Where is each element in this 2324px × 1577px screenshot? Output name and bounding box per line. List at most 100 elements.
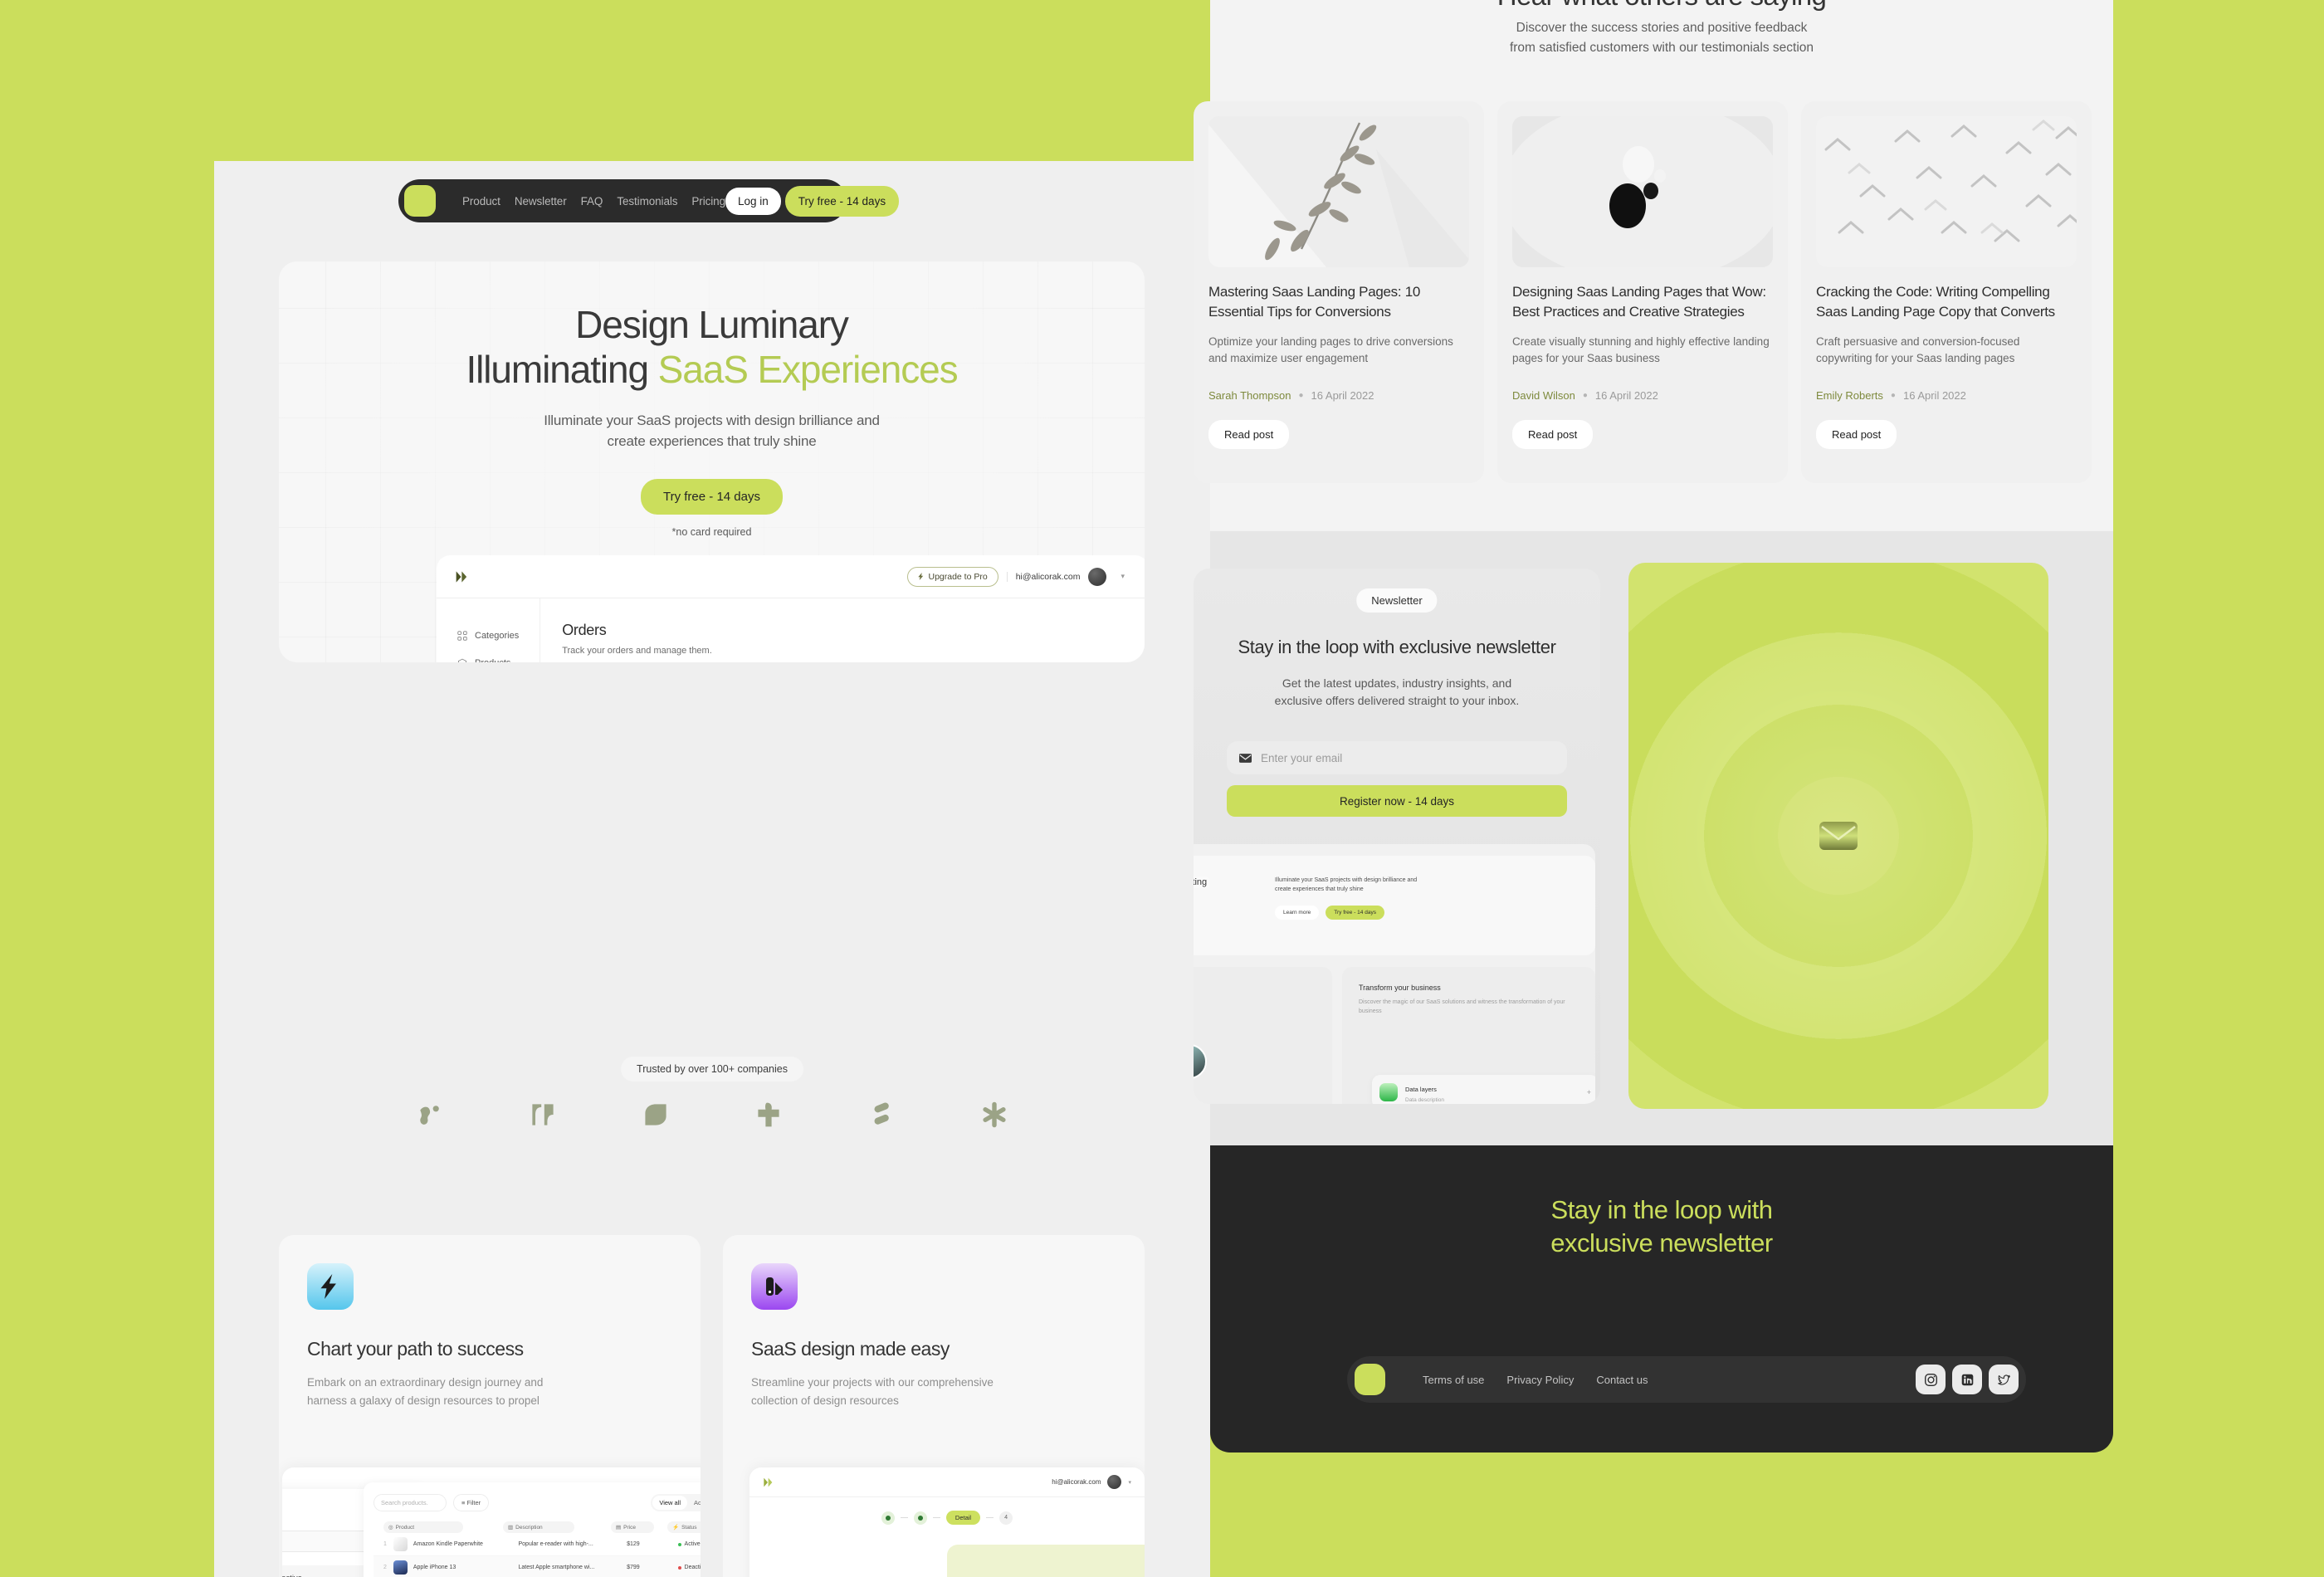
blog-meta: David Wilson ● 16 April 2022 xyxy=(1512,389,1773,402)
mock-feature-title: Data layers xyxy=(1405,1086,1437,1093)
product-tabs: View all Active Deac xyxy=(651,1494,701,1511)
layers-icon xyxy=(1379,1082,1398,1101)
feature-card-header: Chart your path to success Embark on an … xyxy=(279,1235,701,1410)
mock-learn-more-button[interactable]: Learn more xyxy=(1275,906,1320,920)
sidebar-item-products[interactable]: Products xyxy=(448,651,528,662)
brand-logo-icon[interactable] xyxy=(1355,1364,1385,1395)
chevron-down-icon[interactable]: ▾ xyxy=(1128,1479,1131,1486)
footer-bar: Terms of use Privacy Policy Contact us xyxy=(1347,1356,2026,1403)
read-post-button[interactable]: Read post xyxy=(1816,419,1897,449)
feature-card-saas-design: SaaS design made easy Streamline your pr… xyxy=(723,1235,1145,1577)
twitter-icon[interactable] xyxy=(1989,1365,2019,1394)
feature-description: Streamline your projects with our compre… xyxy=(751,1376,994,1407)
step-divider xyxy=(900,1517,908,1518)
mock-try-free-button[interactable]: Try free - 14 days xyxy=(1326,906,1384,920)
nav-item-testimonials[interactable]: Testimonials xyxy=(617,195,677,208)
row-status: Deactive xyxy=(677,1565,701,1570)
testimonials-title: Hear what others are saying xyxy=(1210,0,2113,12)
verification-topbar: hi@alicorak.com ▾ xyxy=(749,1467,1145,1497)
footer-link-contact[interactable]: Contact us xyxy=(1596,1374,1648,1386)
chevron-down-icon[interactable]: ▾ xyxy=(1115,569,1130,583)
nav-item-pricing[interactable]: Pricing xyxy=(691,195,725,208)
products-table-card: Search products. ≡ Filter View all Activ… xyxy=(364,1482,701,1577)
feature-mockup-verification: hi@alicorak.com ▾ Detail 4 xyxy=(749,1467,1145,1577)
newsletter-badge: Newsletter xyxy=(1356,588,1438,613)
client-logo-1-icon xyxy=(420,1106,439,1125)
hero-subtitle-line1: Illuminate your SaaS projects with desig… xyxy=(544,412,880,428)
linkedin-icon[interactable] xyxy=(1952,1365,1982,1394)
dashboard-title: Orders xyxy=(562,622,607,638)
client-logo-3-icon xyxy=(645,1104,666,1125)
blog-title: Designing Saas Landing Pages that Wow: B… xyxy=(1512,284,1766,320)
tab-view-all[interactable]: View all xyxy=(652,1496,688,1510)
tab-active[interactable]: Active xyxy=(687,1496,701,1510)
upgrade-to-pro-button[interactable]: Upgrade to Pro xyxy=(907,566,998,587)
mock-cards-row: n cutting- ered Transform your business … xyxy=(1194,967,1595,1104)
hero-title-line2-accent: SaaS Experiences xyxy=(657,347,959,391)
hero-card: Design Luminary Illuminating SaaS Experi… xyxy=(279,261,1145,662)
brand-logo-icon[interactable] xyxy=(404,185,436,217)
avatar-cluster xyxy=(1194,1038,1273,1104)
dashboard-logo-icon xyxy=(455,569,471,585)
flying-birds-photo xyxy=(1816,116,2077,267)
feature-title: Chart your path to success xyxy=(307,1338,524,1360)
blog-date: 16 April 2022 xyxy=(1902,388,1966,402)
footer-panel: Stay in the loop with exclusive newslett… xyxy=(1210,1145,2113,1452)
step-divider xyxy=(986,1517,994,1518)
email-field[interactable]: Enter your email xyxy=(1227,741,1567,774)
blog-excerpt: Craft persuasive and conversion-focused … xyxy=(1816,334,2020,365)
footer-link-privacy[interactable]: Privacy Policy xyxy=(1506,1374,1574,1386)
product-search-input[interactable]: Search products. xyxy=(374,1494,447,1511)
nav-item-product[interactable]: Product xyxy=(462,195,500,208)
feature-description: Embark on an extraordinary design journe… xyxy=(307,1376,544,1407)
products-table-header: ◎ Product ▥ Description ▤ Price ⚡ Status xyxy=(374,1521,701,1533)
deactive-label: Deactive xyxy=(282,1574,302,1577)
water-droplets-photo xyxy=(1512,116,1773,267)
mock-hero-buttons: Learn more Try free - 14 days xyxy=(1275,906,1384,920)
read-post-button[interactable]: Read post xyxy=(1512,419,1594,449)
status-dot xyxy=(677,1542,681,1546)
nav-try-free-button[interactable]: Try free - 14 days xyxy=(784,185,900,217)
footer-heading-line2: exclusive newsletter xyxy=(1550,1228,1773,1258)
avatar xyxy=(1194,1044,1207,1079)
newsletter-subtitle-line2: exclusive offers delivered straight to y… xyxy=(1274,694,1520,708)
hero-try-free-button[interactable]: Try free - 14 days xyxy=(641,478,783,515)
step-3-current[interactable]: Detail xyxy=(945,1511,981,1525)
client-logo-5-icon xyxy=(874,1102,889,1125)
mock-card-copy: Discover the magic of our SaaS solutions… xyxy=(1359,999,1565,1015)
dashboard-topbar: Upgrade to Pro hi@alicorak.com ▾ xyxy=(437,555,1145,598)
blog-title: Cracking the Code: Writing Compelling Sa… xyxy=(1816,284,2055,320)
step-4[interactable]: 4 xyxy=(999,1511,1013,1525)
blog-author: David Wilson xyxy=(1512,388,1575,402)
nav-item-newsletter[interactable]: Newsletter xyxy=(515,195,567,208)
blog-excerpt: Create visually stunning and highly effe… xyxy=(1512,334,1770,365)
instagram-icon[interactable] xyxy=(1916,1365,1946,1394)
product-thumbnail xyxy=(393,1560,408,1575)
blog-card[interactable]: Cracking the Code: Writing Compelling Sa… xyxy=(1801,101,2092,483)
blog-card[interactable]: Mastering Saas Landing Pages: 10 Essenti… xyxy=(1194,101,1484,483)
testimonials-subtitle-line2: from satisfied customers with our testim… xyxy=(1509,41,1814,56)
row-price: $129 xyxy=(627,1541,640,1547)
grid-icon xyxy=(457,631,467,641)
footer-heading-line1: Stay in the loop with xyxy=(1550,1195,1773,1224)
product-filter-button[interactable]: ≡ Filter xyxy=(453,1494,490,1511)
register-button[interactable]: Register now - 14 days xyxy=(1227,785,1567,817)
product-filter-label: Filter xyxy=(466,1499,481,1506)
table-row[interactable]: 1 Amazon Kindle Paperwhite Popular e-rea… xyxy=(374,1533,701,1556)
table-row[interactable]: 2 Apple iPhone 13 Latest Apple smartphon… xyxy=(374,1556,701,1577)
login-button[interactable]: Log in xyxy=(725,187,781,215)
blog-date: 16 April 2022 xyxy=(1594,388,1658,402)
mock-feature-data-layers[interactable]: Data layers Data description + xyxy=(1372,1075,1595,1104)
footer-heading: Stay in the loop with exclusive newslett… xyxy=(1210,1194,2113,1261)
feature-mockup-products: ✕ ...gory Deactive Customers will not be… xyxy=(282,1467,701,1577)
nav-item-faq[interactable]: FAQ xyxy=(581,195,603,208)
avatar[interactable] xyxy=(1107,1475,1122,1489)
hero-subtitle: Illuminate your SaaS projects with desig… xyxy=(279,411,1145,452)
plus-icon[interactable]: + xyxy=(1587,1088,1591,1096)
footer-link-terms[interactable]: Terms of use xyxy=(1423,1374,1484,1386)
account-email: hi@alicorak.com xyxy=(1006,571,1080,582)
read-post-button[interactable]: Read post xyxy=(1208,419,1290,449)
avatar[interactable] xyxy=(1088,567,1107,586)
sidebar-item-categories[interactable]: Categories xyxy=(448,623,528,648)
blog-card[interactable]: Designing Saas Landing Pages that Wow: B… xyxy=(1497,101,1788,483)
